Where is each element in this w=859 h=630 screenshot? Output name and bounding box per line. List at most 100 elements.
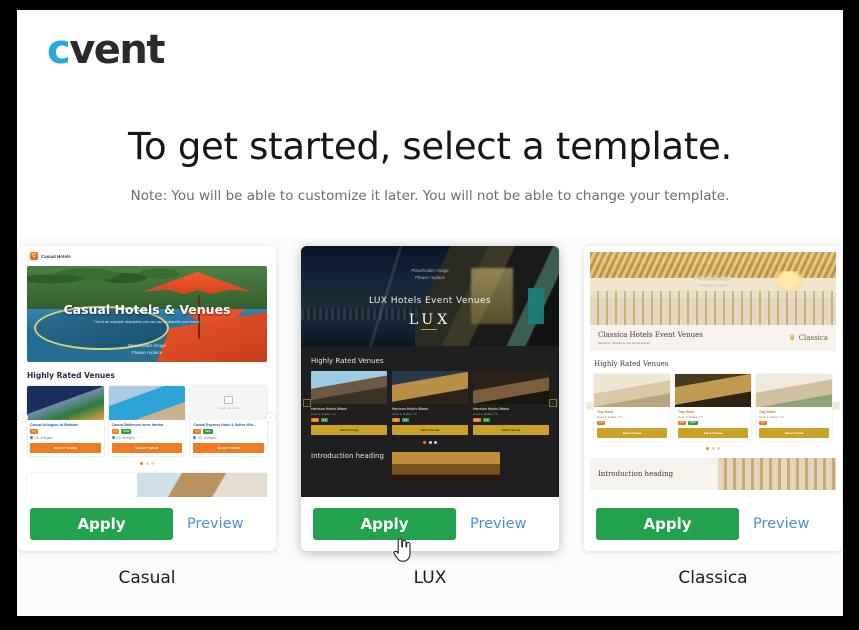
casual-card-footer: Apply Preview <box>18 497 276 551</box>
venue-tags: 4.8 NEW <box>111 429 183 434</box>
venue-subtitle: Hotel in Dallas, TX <box>311 412 336 416</box>
select-venue-button[interactable]: SELECT VENUE <box>30 442 101 453</box>
select-venue-button[interactable]: Select Venue <box>392 425 468 436</box>
venue-rating-badge: 4.6 <box>30 429 38 434</box>
venue-rating-badge: 4.4 <box>193 429 201 434</box>
lux-venue-card[interactable]: Harrison Hotels Miami Hotel in Dallas, T… <box>392 371 468 436</box>
carousel-dot[interactable] <box>140 461 143 465</box>
lux-wordmark-x: X <box>437 312 452 328</box>
lux-hero-title: LUX Hotels Event Venues <box>368 296 492 306</box>
carousel-dot[interactable] <box>434 441 437 445</box>
venue-name: Tray Hotel <box>678 409 695 414</box>
casual-venue-card[interactable]: Casual Arlington At Ballston 4.6 US, Arl… <box>27 386 104 456</box>
venue-score-badge: 9.4 <box>482 418 491 423</box>
carousel-dot[interactable] <box>423 441 426 445</box>
classica-carousel-next[interactable]: › <box>832 402 840 411</box>
template-name-casual: Casual <box>118 568 176 588</box>
template-card-casual[interactable]: C Casual Hotels Casual Hotels & Venues T… <box>18 246 276 551</box>
apply-button-casual[interactable]: Apply <box>30 508 173 540</box>
casual-intro-strip <box>27 472 268 498</box>
casual-carousel-next[interactable]: › <box>266 413 275 423</box>
template-card-classica[interactable]: Placeholder image Please replace Classic… <box>584 246 842 551</box>
lux-carousel-next[interactable]: › <box>549 399 557 408</box>
classica-venue-card[interactable]: Tray Hotel Hotel in Dallas, TX 4.6 Selec… <box>756 373 832 441</box>
venue-name: Harrison Hotels Miami <box>392 407 428 411</box>
venue-thumbnail <box>675 373 751 407</box>
lux-venue-row: Harrison Hotels Miami Hotel in Dallas, T… <box>311 371 549 436</box>
venue-thumbnail <box>473 371 549 404</box>
venue-rating-badge: 4.8 <box>473 418 481 423</box>
apply-button-classica[interactable]: Apply <box>596 508 739 540</box>
casual-intro-text-area <box>27 473 137 498</box>
venue-new-badge: NEW <box>202 429 214 434</box>
classica-card-footer: Apply Preview <box>584 497 842 551</box>
venue-subtitle: Hotel in Dallas, TX <box>392 412 417 416</box>
lux-carousel-prev[interactable]: ‹ <box>303 399 311 408</box>
select-venue-button[interactable]: Select Venue <box>311 425 387 436</box>
venue-rating-badge: 4.6 <box>597 420 605 425</box>
venue-location: US, Arlington <box>29 435 101 440</box>
venue-rating-badge: 4.6 <box>759 420 767 425</box>
casual-hero-banner: Casual Hotels & Venues This is an exampl… <box>27 266 267 362</box>
venue-rating-badge: 4.8 <box>111 429 120 434</box>
template-preview-lux: Placeholder image Please replace LUX Hot… <box>301 246 559 497</box>
lux-venue-card[interactable]: Harrison Hotels Miami Hotel in Dallas, T… <box>473 371 549 436</box>
venue-thumbnail <box>311 371 387 404</box>
logo-vent-letters: vent <box>69 27 165 73</box>
apply-button-lux[interactable]: Apply <box>313 508 456 540</box>
carousel-dot[interactable] <box>706 446 709 450</box>
template-column-lux: Placeholder image Please replace LUX Hot… <box>301 246 559 616</box>
carousel-dot[interactable] <box>145 461 149 465</box>
venue-rating-badge: 4.6 <box>311 418 319 423</box>
venue-thumbnail <box>594 373 670 407</box>
casual-venue-card[interactable]: Casual Baltimore Inner Harbor 4.8 NEW US… <box>108 386 186 456</box>
page-header: cvent To get started, select a template.… <box>17 10 843 238</box>
lux-card-footer: Apply Preview <box>301 497 559 551</box>
carousel-dot[interactable] <box>151 461 154 465</box>
select-venue-button[interactable]: Select Venue <box>597 427 667 438</box>
casual-venue-card[interactable]: Image not found Casual Express Hotel & S… <box>190 386 268 456</box>
page-title: To get started, select a template. <box>128 125 732 168</box>
image-not-found-label: Image not found <box>217 406 240 410</box>
lux-venues-section: Highly Rated Venues ‹ › Harrison Hotels … <box>301 346 559 445</box>
venue-thumbnail <box>108 386 186 420</box>
carousel-dot[interactable] <box>711 446 715 450</box>
select-venue-button[interactable]: Select Venue <box>473 425 549 436</box>
venue-tags: 4.6 9.6 <box>392 418 468 423</box>
venue-name: Casual Express Hotel & Suites Win... <box>193 423 257 427</box>
casual-section-heading: Highly Rated Venues <box>27 371 115 380</box>
classica-intro-heading: Introduction heading <box>598 469 674 478</box>
casual-logo-icon: C <box>30 252 38 260</box>
venue-rating-badge: 4.6 <box>392 418 400 423</box>
casual-venue-row: Casual Arlington At Ballston 4.6 US, Arl… <box>27 386 268 456</box>
select-venue-button[interactable]: SELECT VENUE <box>111 442 183 453</box>
lux-venue-card[interactable]: Harrison Hotels Miami Hotel in Dallas, T… <box>311 371 387 436</box>
lux-hero-banner: Placeholder image Please replace LUX Hot… <box>301 246 559 346</box>
select-venue-button[interactable]: SELECT VENUE <box>193 442 265 453</box>
preview-link-lux[interactable]: Preview <box>470 516 526 532</box>
select-venue-button[interactable]: Select Venue <box>678 427 748 438</box>
preview-link-classica[interactable]: Preview <box>753 516 809 532</box>
venue-tags: 4.6 9.6 <box>311 418 387 423</box>
classica-venues-section: Highly Rated Venues ‹ › Tray Hotel Hotel… <box>584 351 842 450</box>
venue-subtitle: Hotel in Dallas, TX <box>597 414 622 419</box>
template-card-lux[interactable]: Placeholder image Please replace LUX Hot… <box>301 246 559 551</box>
venue-name: Tray Hotel <box>597 409 614 414</box>
carousel-dot[interactable] <box>428 441 432 445</box>
venue-new-badge: NEW <box>121 429 132 434</box>
classica-venue-card[interactable]: Tray Hotel Hotel in Dallas, TX 4.6 NEW S… <box>675 373 751 441</box>
classica-carousel-prev[interactable]: ‹ <box>586 402 594 411</box>
preview-link-casual[interactable]: Preview <box>187 516 243 532</box>
venue-thumbnail <box>756 373 832 407</box>
venue-name: Harrison Hotels Miami <box>473 407 509 411</box>
template-name-classica: Classica <box>678 568 748 588</box>
classica-venue-card[interactable]: Tray Hotel Hotel in Dallas, TX 4.6 Selec… <box>594 373 670 441</box>
template-column-classica: Placeholder image Please replace Classic… <box>584 246 842 616</box>
carousel-dot[interactable] <box>717 446 720 450</box>
venue-subtitle: Hotel in Dallas, TX <box>473 412 498 416</box>
lux-intro-heading: Introduction heading <box>311 452 384 461</box>
logo-c-letter: c <box>47 27 71 73</box>
select-venue-button[interactable]: Select Venue <box>759 427 829 438</box>
template-column-casual: C Casual Hotels Casual Hotels & Venues T… <box>18 246 276 616</box>
venue-tags: 4.4 NEW <box>193 429 264 434</box>
